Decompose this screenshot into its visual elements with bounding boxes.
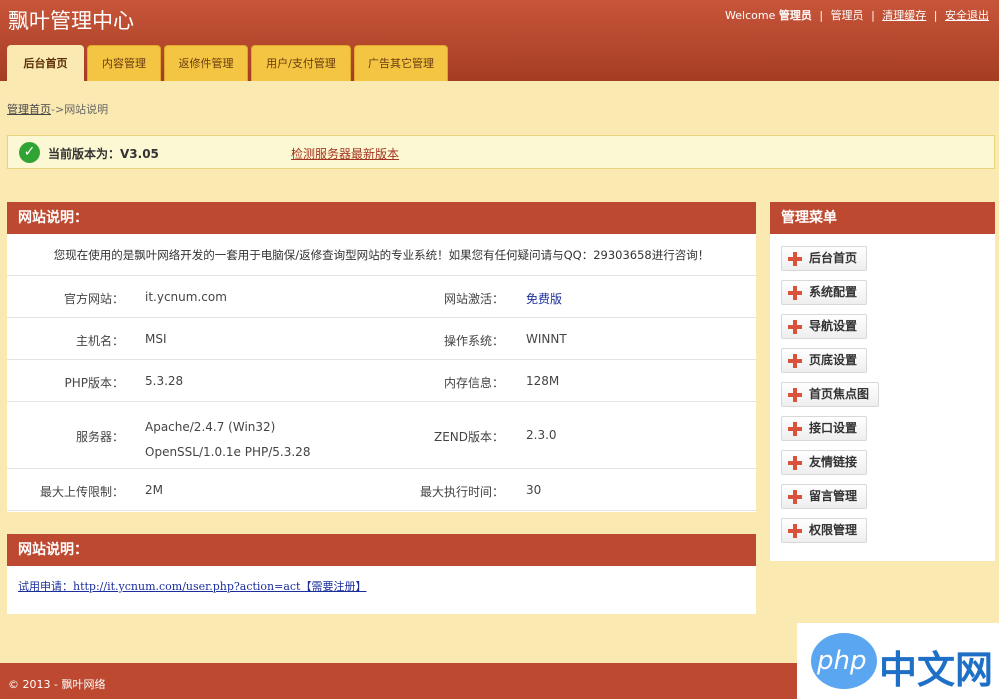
brand-title: 飘叶管理中心 [8, 9, 134, 33]
menu-item-friend-links[interactable]: 友情链接 [781, 450, 868, 475]
plus-icon [788, 252, 802, 266]
info-row: 最大上传限制： 2M 最大执行时间： 30 [7, 469, 756, 511]
separator: | [933, 9, 938, 22]
info-label: 官方网站： [63, 292, 124, 306]
site-note-title: 网站说明： [7, 534, 756, 566]
menu-item-label: 首页焦点图 [809, 387, 870, 401]
cn-logo-text: 中文网 [879, 648, 994, 692]
menu-item-messages[interactable]: 留言管理 [781, 484, 868, 509]
separator: | [819, 9, 824, 22]
info-value: it.ycnum.com [145, 290, 227, 304]
info-value: 30 [526, 483, 542, 497]
info-value: 5.3.28 [145, 374, 184, 388]
admin-menu-panel: 管理菜单 后台首页 系统配置 导航设置 页底设置 首页焦点图 接口设置 友情链接… [770, 202, 995, 561]
menu-item-label: 权限管理 [809, 523, 858, 537]
menu-item-label: 页底设置 [809, 353, 858, 367]
activation-value: 免费版 [526, 292, 563, 306]
welcome-text: Welcome [725, 9, 776, 22]
top-links: Welcome 管理员 | 管理员 | 清理缓存 | 安全退出 [725, 7, 989, 23]
tab-home[interactable]: 后台首页 [7, 45, 84, 81]
info-value: 128M [526, 374, 560, 388]
breadcrumb-home-link[interactable]: 管理首页 [7, 103, 51, 116]
trial-apply-link[interactable]: 试用申请：http://it.ycnum.com/user.php?action… [7, 566, 756, 594]
menu-item-label: 接口设置 [809, 421, 858, 435]
info-row: 服务器： Apache/2.4.7 (Win32) OpenSSL/1.0.1e… [7, 402, 756, 469]
admin-menu-title: 管理菜单 [770, 202, 995, 234]
menu-item-api-settings[interactable]: 接口设置 [781, 416, 868, 441]
info-label: 内存信息： [443, 376, 504, 390]
tab-content[interactable]: 内容管理 [87, 45, 161, 81]
tab-repair[interactable]: 返修件管理 [164, 45, 248, 81]
separator: | [871, 9, 875, 22]
menu-item-label: 系统配置 [809, 285, 858, 299]
menu-item-label: 留言管理 [809, 489, 858, 503]
info-label: PHP版本： [64, 376, 125, 390]
php-cn-watermark-logo: php 中文网 [797, 623, 999, 699]
breadcrumb-current: 网站说明 [64, 103, 109, 116]
info-value: Apache/2.4.7 (Win32) OpenSSL/1.0.1e PHP/… [145, 415, 310, 465]
menu-item-system-config[interactable]: 系统配置 [781, 280, 868, 305]
menu-item-nav-settings[interactable]: 导航设置 [781, 314, 868, 339]
site-note-panel: 网站说明： 试用申请：http://it.ycnum.com/user.php?… [7, 534, 756, 614]
info-label: 主机名： [75, 334, 124, 348]
clear-cache-link[interactable]: 清理缓存 [882, 9, 926, 22]
site-info-panel: 网站说明： 您现在使用的是飘叶网络开发的一套用于电脑保/返修查询型网站的专业系统… [7, 202, 756, 512]
info-row: 官方网站： it.ycnum.com 网站激活： 免费版 [7, 276, 756, 318]
info-label: 最大上传限制： [39, 485, 124, 499]
version-bar: ✓ 当前版本为：V3.05 检测服务器最新版本 [7, 135, 995, 169]
menu-item-label: 导航设置 [809, 319, 858, 333]
plus-icon [788, 286, 802, 300]
menu-item-permissions[interactable]: 权限管理 [781, 518, 868, 543]
info-value: MSI [145, 332, 167, 346]
version-text: 当前版本为：V3.05 [48, 147, 159, 161]
php-logo-text: php [817, 646, 867, 676]
menu-item-focus-image[interactable]: 首页焦点图 [781, 382, 880, 407]
header: 飘叶管理中心 Welcome 管理员 | 管理员 | 清理缓存 | 安全退出 后… [0, 0, 999, 81]
tab-ads-other[interactable]: 广告其它管理 [354, 45, 448, 81]
user-role: 管理员 [830, 9, 864, 22]
info-label: 服务器： [75, 430, 124, 444]
plus-icon [788, 354, 802, 368]
plus-icon [788, 388, 802, 402]
tab-users-payment[interactable]: 用户/支付管理 [251, 45, 351, 81]
menu-item-home[interactable]: 后台首页 [781, 246, 868, 271]
menu-item-footer-settings[interactable]: 页底设置 [781, 348, 868, 373]
check-icon: ✓ [19, 142, 40, 163]
plus-icon [788, 524, 802, 538]
breadcrumb-arrow: -> [51, 103, 65, 116]
info-label: 操作系统： [443, 334, 504, 348]
footer-copyright: © 2013 - 飘叶网络 [8, 678, 106, 691]
info-value: 2M [145, 483, 163, 497]
info-row: 主机名： MSI 操作系统： WINNT [7, 318, 756, 360]
server-line-2: OpenSSL/1.0.1e PHP/5.3.28 [145, 445, 311, 459]
plus-icon [788, 490, 802, 504]
info-value: WINNT [526, 332, 567, 346]
plus-icon [788, 456, 802, 470]
info-value: 2.3.0 [526, 428, 557, 442]
info-label: 网站激活： [443, 292, 504, 306]
menu-item-label: 后台首页 [809, 251, 858, 265]
site-intro-text: 您现在使用的是飘叶网络开发的一套用于电脑保/返修查询型网站的专业系统！如果您有任… [7, 234, 756, 276]
plus-icon [788, 422, 802, 436]
plus-icon [788, 320, 802, 334]
info-row: PHP版本： 5.3.28 内存信息： 128M [7, 360, 756, 402]
info-label: ZEND版本： [433, 430, 504, 444]
server-line-1: Apache/2.4.7 (Win32) [145, 420, 276, 434]
site-info-title: 网站说明： [7, 202, 756, 234]
menu-item-label: 友情链接 [809, 455, 858, 469]
check-update-link[interactable]: 检测服务器最新版本 [291, 145, 399, 162]
welcome-user: 管理员 [778, 9, 812, 22]
logout-link[interactable]: 安全退出 [945, 9, 989, 22]
info-label: 最大执行时间： [419, 485, 504, 499]
breadcrumb: 管理首页->网站说明 [7, 101, 108, 117]
